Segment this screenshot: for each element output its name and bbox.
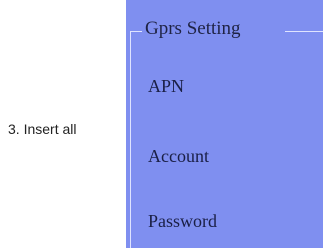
- fieldset-border-right: [285, 31, 323, 32]
- apn-label: APN: [148, 76, 185, 96]
- password-label: Password: [148, 211, 218, 231]
- step-caption: 3. Insert all: [8, 121, 77, 137]
- fieldset-border-vertical: [130, 31, 131, 248]
- gprs-setting-legend: Gprs Setting: [145, 18, 241, 39]
- screenshot-root: 3. Insert all Gprs Setting APN Account P…: [0, 0, 323, 248]
- account-label: Account: [148, 146, 209, 166]
- fieldset-border-left: [130, 31, 142, 32]
